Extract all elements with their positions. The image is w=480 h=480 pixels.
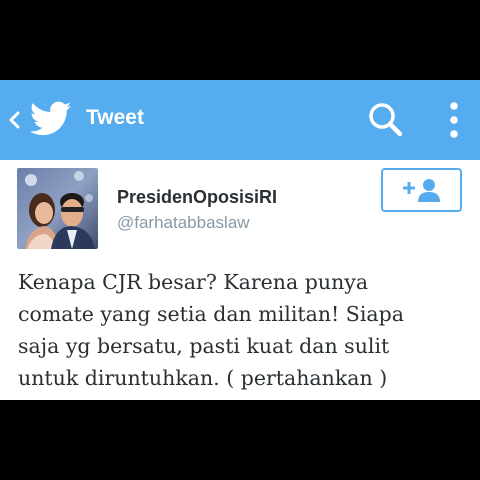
add-user-icon: [403, 179, 440, 202]
search-icon: [369, 103, 403, 137]
bottom-letterbox: [0, 400, 480, 480]
twitter-bird-icon: [30, 101, 72, 136]
tweet-text-line: Kenapa CJR besar? Karena punya: [18, 270, 369, 294]
chevron-left-icon: [9, 111, 20, 129]
tweet-text-line: comate yang setia dan militan! Siapa: [18, 302, 404, 326]
overflow-menu-button[interactable]: [436, 96, 472, 144]
profile-photo: [17, 168, 98, 249]
follow-button[interactable]: [381, 168, 462, 212]
search-button[interactable]: [364, 98, 408, 142]
back-button[interactable]: [0, 80, 76, 160]
tweet-text-line: saja yg bersatu, pasti kuat dan sulit: [18, 334, 390, 358]
author-name[interactable]: PresidenOposisiRI: [117, 187, 277, 208]
overflow-menu-icon: [450, 102, 458, 138]
top-letterbox: [0, 0, 480, 80]
action-bar: Tweet: [0, 80, 480, 160]
avatar[interactable]: [17, 168, 98, 249]
tweet-detail: PresidenOposisiRI @farhatabbaslaw Kenapa…: [0, 160, 480, 400]
tweet-text: Kenapa CJR besar? Karena punya comate yan…: [18, 266, 468, 394]
action-bar-title: Tweet: [86, 106, 144, 129]
author-handle[interactable]: @farhatabbaslaw: [117, 213, 250, 233]
tweet-text-line: untuk diruntuhkan. ( pertahankan ): [18, 366, 388, 390]
